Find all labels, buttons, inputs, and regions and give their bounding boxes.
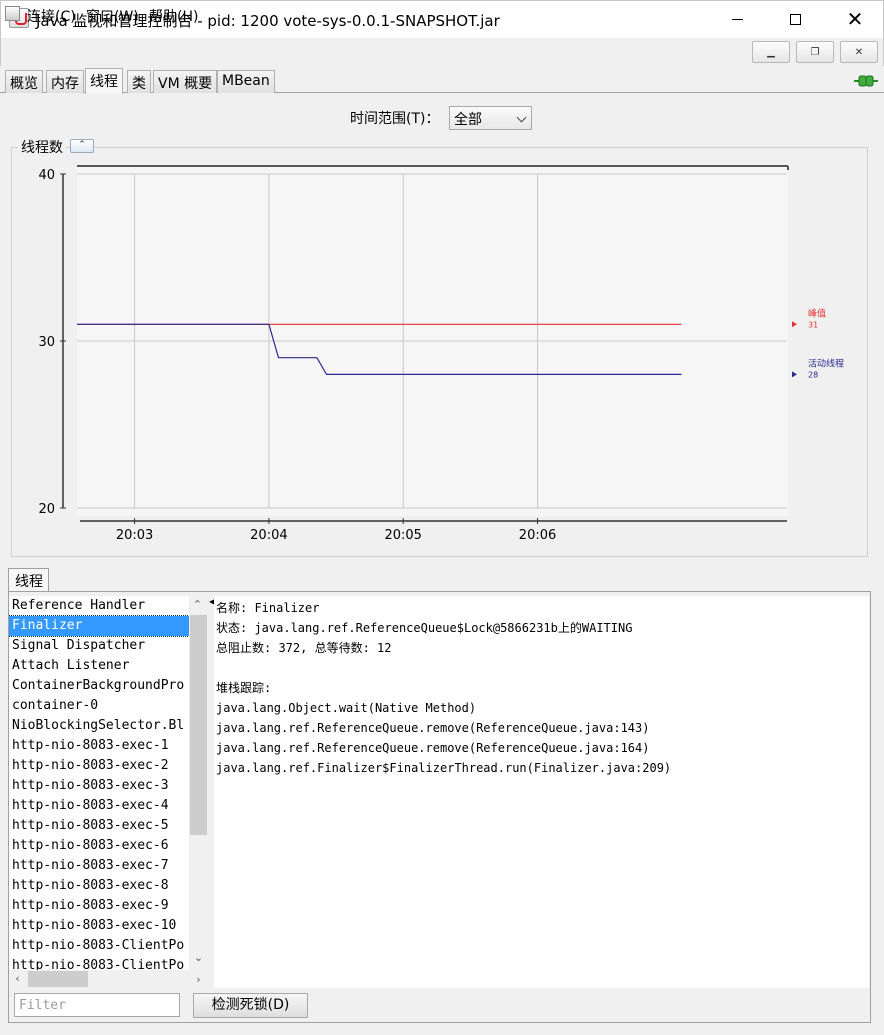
thread-list-item[interactable]: http-nio-8083-exec-5 (9, 816, 189, 836)
thread-list-item[interactable]: http-nio-8083-exec-3 (9, 776, 189, 796)
thread-list-item[interactable]: http-nio-8083-exec-8 (9, 876, 189, 896)
thread-list-item[interactable]: Attach Listener (9, 656, 189, 676)
thread-filter-input[interactable] (14, 993, 180, 1017)
thread-list-item[interactable]: NioBlockingSelector.Bl (9, 716, 189, 736)
thread-state: 状态: java.lang.ref.ReferenceQueue$Lock@58… (216, 621, 633, 635)
legend-series-name: 峰值 (808, 307, 826, 319)
y-tick-label: 20 (38, 502, 55, 517)
thread-list-item[interactable]: http-nio-8083-exec-1 (9, 736, 189, 756)
thread-list-item[interactable]: container-0 (9, 696, 189, 716)
scroll-left-icon[interactable]: ‹ (9, 970, 26, 987)
thread-list-item[interactable]: http-nio-8083-exec-7 (9, 856, 189, 876)
thread-list-item[interactable]: http-nio-8083-ClientPo (9, 936, 189, 956)
scroll-right-icon[interactable]: › (190, 971, 207, 988)
thread-list-item[interactable]: http-nio-8083-exec-6 (9, 836, 189, 856)
thread-list-item[interactable]: http-nio-8083-exec-4 (9, 796, 189, 816)
y-tick-label: 30 (38, 335, 55, 350)
stack-frame: java.lang.Object.wait(Native Method) (216, 701, 477, 715)
thread-details: 名称: Finalizer 状态: java.lang.ref.Referenc… (214, 596, 869, 988)
thread-list[interactable]: Reference Handler Finalizer Signal Dispatc… (9, 596, 189, 970)
thread-list-item[interactable]: ContainerBackgroundPro (9, 676, 189, 696)
y-tick-label: 40 (38, 168, 55, 183)
thread-count-chart: 20 30 40 20:03 20:04 20:05 20:06 峰值31 活动线程28 (38, 165, 844, 543)
thread-counts: 总阻止数: 372, 总等待数: 12 (216, 641, 392, 655)
stack-frame: java.lang.ref.ReferenceQueue.remove(Refe… (216, 721, 650, 735)
vertical-scroll-thumb[interactable] (190, 615, 207, 835)
legend-marker (792, 321, 797, 328)
stack-trace-label: 堆栈跟踪: (216, 681, 272, 695)
stack-frame: java.lang.ref.ReferenceQueue.remove(Refe… (216, 741, 650, 755)
thread-list-item[interactable]: http-nio-8083-exec-9 (9, 896, 189, 916)
legend-marker (792, 371, 797, 378)
thread-list-item[interactable]: http-nio-8083-ClientPo (9, 956, 189, 970)
thread-list-item[interactable]: http-nio-8083-exec-10 (9, 916, 189, 936)
horizontal-scroll-thumb[interactable] (28, 971, 88, 987)
x-tick-label: 20:03 (116, 528, 153, 543)
scroll-down-icon[interactable]: ⌄ (190, 949, 207, 966)
legend-series-value: 28 (808, 370, 818, 379)
thread-list-item[interactable]: http-nio-8083-exec-2 (9, 756, 189, 776)
thread-name: 名称: Finalizer (216, 601, 320, 615)
x-tick-label: 20:05 (384, 528, 421, 543)
stack-frame: java.lang.ref.Finalizer$FinalizerThread.… (216, 761, 672, 775)
legend-series-name: 活动线程 (808, 357, 844, 369)
thread-list-item[interactable]: Signal Dispatcher (9, 636, 189, 656)
x-tick-label: 20:04 (250, 528, 287, 543)
legend-series-value: 31 (808, 320, 818, 329)
detect-deadlock-button[interactable]: 检测死锁(D) (193, 993, 308, 1018)
thread-list-item[interactable]: Finalizer (9, 615, 189, 637)
scroll-up-icon[interactable]: ⌃ (189, 596, 206, 613)
thread-list-item[interactable]: Reference Handler (9, 596, 189, 616)
x-tick-label: 20:06 (519, 528, 556, 543)
threads-section-tab[interactable]: 线程 (8, 568, 49, 592)
